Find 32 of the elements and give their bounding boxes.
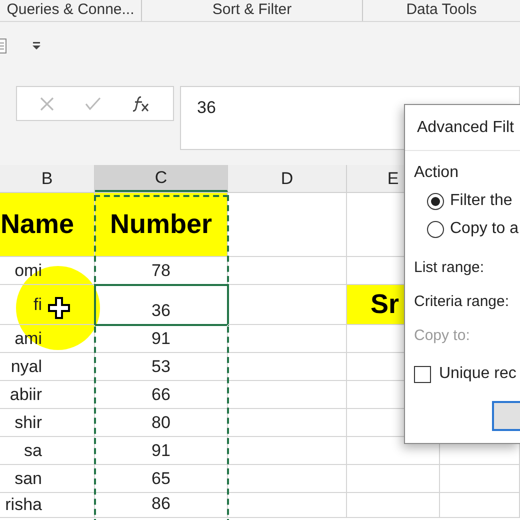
table-cell: nyal xyxy=(0,353,95,381)
column-header[interactable]: C xyxy=(95,165,228,192)
radio-option[interactable]: Copy to a xyxy=(414,215,520,243)
table-cell: abiir xyxy=(0,381,95,409)
form-icon[interactable] xyxy=(0,38,8,54)
table-cell: 65 xyxy=(95,465,228,493)
table-cell: 53 xyxy=(95,353,228,381)
table-cell: 86 xyxy=(95,493,228,518)
field-label: Copy to: xyxy=(414,326,471,346)
table-cell: 80 xyxy=(95,409,228,437)
table-cell: omi xyxy=(0,257,95,285)
insert-function-icon[interactable] xyxy=(132,96,150,112)
dialog-button[interactable] xyxy=(492,401,520,431)
unique-records-checkbox[interactable]: Unique rec xyxy=(414,361,520,387)
ribbon-group-label: Sort & Filter xyxy=(212,0,292,20)
column-header[interactable]: D xyxy=(228,165,347,192)
field-label: List range: xyxy=(414,258,486,278)
cancel-icon[interactable] xyxy=(40,96,54,110)
dialog-title: Advanced Filt xyxy=(417,118,514,138)
table-cell: risha xyxy=(0,493,95,518)
table-cell: sa xyxy=(0,437,95,465)
enter-icon[interactable] xyxy=(84,97,101,110)
move-cursor-icon xyxy=(48,297,70,319)
header-cell: Number xyxy=(95,193,228,257)
header-cell: Name xyxy=(0,193,95,257)
table-cell: 66 xyxy=(95,381,228,409)
table-cell: 91 xyxy=(95,437,228,465)
table-cell: san xyxy=(0,465,95,493)
customize-toolbar-icon[interactable] xyxy=(32,42,41,50)
ribbon-group-label: Queries & Conne... xyxy=(6,0,134,20)
ribbon-group-label: Data Tools xyxy=(406,0,477,20)
table-cell: shir xyxy=(0,409,95,437)
